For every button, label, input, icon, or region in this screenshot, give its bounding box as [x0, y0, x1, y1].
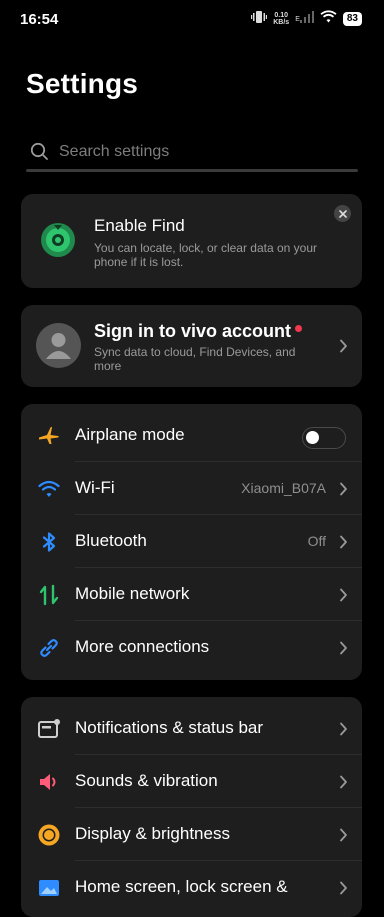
link-icon [37, 636, 61, 660]
page-title: Settings [26, 68, 139, 99]
brightness-icon [37, 823, 61, 847]
mobile-data-icon [37, 583, 61, 607]
cell-signal-icon [299, 10, 314, 28]
chevron-right-icon [339, 482, 348, 496]
bluetooth-value: Off [307, 533, 326, 549]
search-underline [26, 169, 358, 172]
wifi-icon [37, 477, 61, 501]
wifi-row[interactable]: Wi-Fi Xiaomi_B07A [21, 462, 362, 515]
net-speed-unit: KB/s [273, 19, 290, 26]
find-card-description: You can locate, lock, or clear data on y… [94, 241, 318, 269]
status-time: 16:54 [20, 11, 59, 28]
airplane-mode-row[interactable]: Airplane mode [21, 409, 362, 462]
avatar [36, 323, 81, 368]
display-label: Display & brightness [75, 824, 230, 843]
status-icons: 0.10 KB/s E 83 [251, 10, 362, 28]
chevron-right-icon [339, 775, 348, 789]
notification-dot [295, 325, 303, 332]
find-device-icon [40, 222, 76, 258]
network-type: E [295, 16, 300, 23]
chevron-right-icon [339, 535, 348, 549]
mobile-network-label: Mobile network [75, 584, 190, 603]
notification-bar-icon [37, 717, 61, 741]
enable-find-card[interactable]: Enable Find You can locate, lock, or cle… [21, 194, 362, 288]
wallpaper-icon [37, 876, 61, 900]
wifi-status-icon [320, 10, 337, 28]
device-settings-group: Notifications & status bar Sounds & vibr… [21, 697, 362, 917]
bluetooth-icon [37, 530, 61, 554]
account-title: Sign in to vivo account [94, 321, 292, 341]
mobile-network-row[interactable]: Mobile network [21, 568, 362, 621]
chevron-right-icon [339, 588, 348, 602]
bluetooth-row[interactable]: Bluetooth Off [21, 515, 362, 568]
airplane-icon [37, 424, 61, 448]
airplane-mode-toggle[interactable] [302, 427, 346, 449]
sounds-row[interactable]: Sounds & vibration [21, 755, 362, 808]
notifications-row[interactable]: Notifications & status bar [21, 702, 362, 755]
battery-indicator: 83 [342, 12, 362, 26]
dismiss-find-button[interactable] [334, 205, 351, 222]
connectivity-group: Airplane mode Wi-Fi Xiaomi_B07A Bluetoot… [21, 404, 362, 680]
search-input[interactable] [59, 143, 339, 161]
net-speed-value: 0.10 [274, 12, 289, 19]
display-row[interactable]: Display & brightness [21, 808, 362, 861]
find-card-title: Enable Find [94, 216, 185, 235]
account-title-wrap: Sign in to vivo account [94, 321, 303, 342]
notifications-label: Notifications & status bar [75, 718, 264, 737]
wifi-label: Wi-Fi [75, 478, 115, 497]
close-icon [338, 205, 347, 223]
chevron-right-icon [339, 641, 348, 655]
chevron-right-icon [339, 339, 348, 353]
home-screen-label: Home screen, lock screen & [75, 877, 288, 896]
vibrate-icon [251, 10, 268, 29]
home-screen-row[interactable]: Home screen, lock screen & [21, 861, 362, 914]
search-icon [30, 142, 49, 166]
airplane-mode-label: Airplane mode [75, 425, 185, 444]
search-bar[interactable] [26, 136, 358, 172]
bluetooth-label: Bluetooth [75, 531, 147, 550]
chevron-right-icon [339, 722, 348, 736]
status-bar: 16:54 0.10 KB/s E 83 [0, 0, 384, 36]
speaker-icon [37, 770, 61, 794]
account-description: Sync data to cloud, Find Devices, and mo… [94, 345, 296, 373]
more-connections-label: More connections [75, 637, 210, 656]
wifi-network-value: Xiaomi_B07A [241, 480, 326, 496]
chevron-right-icon [339, 881, 348, 895]
cell-signal-group: E [295, 10, 314, 28]
sounds-label: Sounds & vibration [75, 771, 218, 790]
vivo-account-card[interactable]: Sign in to vivo account Sync data to clo… [21, 305, 362, 387]
net-speed: 0.10 KB/s [273, 12, 289, 26]
chevron-right-icon [339, 828, 348, 842]
more-connections-row[interactable]: More connections [21, 621, 362, 674]
toggle-knob [306, 431, 319, 444]
